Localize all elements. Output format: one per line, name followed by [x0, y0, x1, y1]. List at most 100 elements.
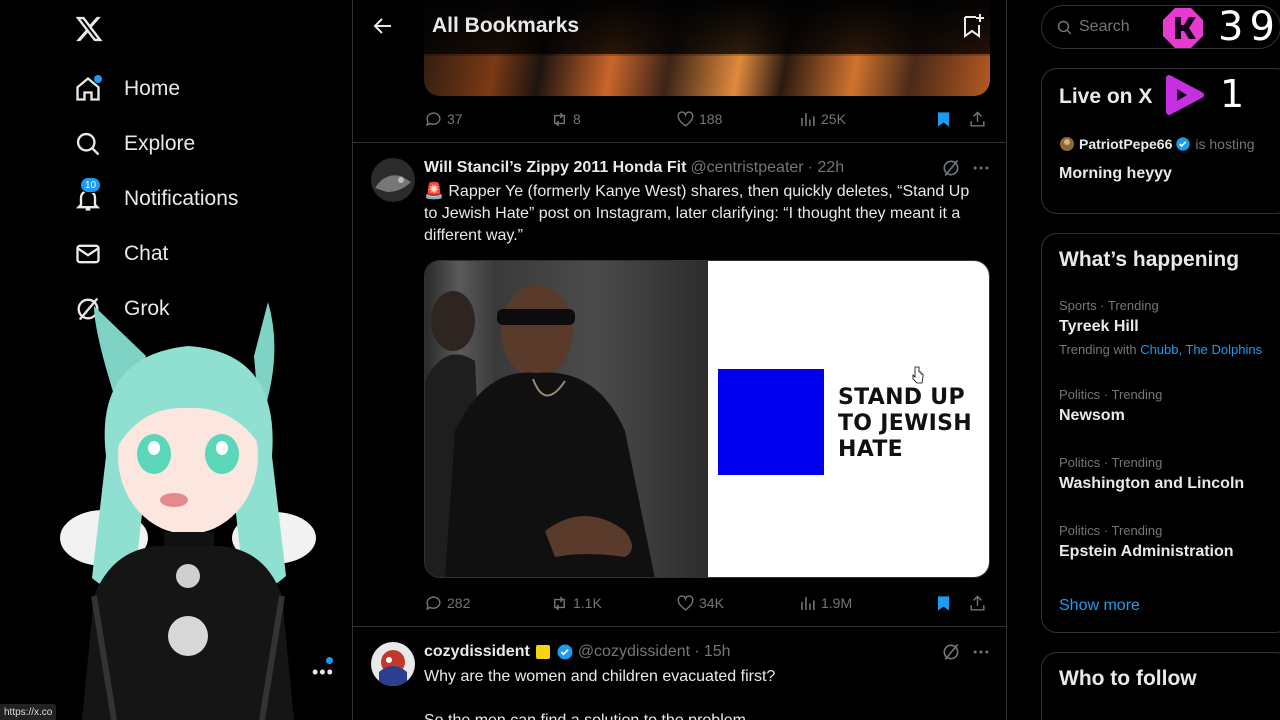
reply-count: 37 [447, 111, 463, 127]
mouse-cursor-icon [912, 366, 924, 384]
live-space-title[interactable]: Morning heyyy [1059, 165, 1172, 183]
author-name[interactable]: cozydissident [424, 643, 530, 661]
trend-meta: Sports · Trending [1059, 298, 1159, 313]
view-count: 25K [821, 111, 846, 127]
verified-badge-icon [557, 644, 573, 660]
like-count: 34K [699, 595, 724, 611]
search-icon [74, 130, 102, 158]
views-button[interactable]: 25K [798, 110, 934, 129]
reply-button[interactable]: 37 [424, 110, 550, 129]
author-avatar[interactable] [371, 158, 415, 202]
show-more-link[interactable]: Show more [1059, 597, 1140, 615]
live-title: Live on X [1059, 85, 1153, 108]
x-logo-icon[interactable] [74, 14, 104, 44]
nav-home-label: Home [124, 77, 181, 100]
repost-count: 1.1K [573, 595, 602, 611]
trend-item[interactable]: Politics · Trending Newsom [1059, 387, 1280, 425]
trend-item[interactable]: Politics · Trending Epstein Administrati… [1059, 523, 1280, 561]
who-to-follow-card: Who to follow [1041, 652, 1280, 720]
post-time[interactable]: · 15h [694, 643, 730, 661]
host-name: PatriotPepe66 [1079, 136, 1173, 152]
views-button[interactable]: 1.9M [798, 594, 934, 613]
nav-notifications-label: Notifications [124, 187, 239, 210]
post-text: Why are the women and children evacuated… [424, 668, 776, 685]
share-button[interactable] [968, 594, 988, 613]
post-media[interactable]: STAND UP TO JEWISH HATE [424, 260, 990, 578]
vtuber-avatar [60, 302, 316, 720]
home-icon [74, 75, 102, 103]
home-new-dot [94, 75, 102, 83]
like-button[interactable]: 34K [676, 594, 798, 613]
view-count: 1.9M [821, 595, 853, 611]
reply-button[interactable]: 282 [424, 594, 550, 613]
author-name[interactable]: Will Stancil’s Zippy 2011 Honda Fit [424, 159, 686, 177]
nav-home[interactable]: Home [74, 69, 180, 109]
blue-square-graphic [718, 369, 824, 475]
author-handle[interactable]: @centristpeater [690, 159, 803, 177]
live-host-line[interactable]: PatriotPepe66 is hosting [1059, 136, 1255, 152]
envelope-icon [74, 240, 102, 268]
live-viewer-count: 1 [1220, 72, 1245, 116]
bookmark-button[interactable] [934, 594, 968, 613]
bookmarks-header: All Bookmarks [353, 0, 1006, 54]
trend-item[interactable]: Politics · Trending Washington and Linco… [1059, 455, 1280, 493]
heart-icon [677, 594, 694, 611]
more-icon[interactable] [971, 158, 991, 178]
author-handle[interactable]: @cozydissident [578, 643, 690, 661]
grok-icon[interactable] [941, 158, 961, 178]
nav-explore-label: Explore [124, 132, 196, 155]
nav-explore[interactable]: Explore [74, 124, 195, 164]
grok-icon[interactable] [941, 642, 961, 662]
views-icon [801, 596, 815, 610]
trend-with: Trending with Chubb, The Dolphins [1059, 342, 1280, 357]
host-avatar [1060, 137, 1074, 151]
kick-logo-icon [1163, 8, 1203, 48]
nav-chat-label: Chat [124, 242, 169, 265]
post-2-header: cozydissident @cozydissident · 15h [424, 642, 731, 662]
media-caption-text: STAND UP TO JEWISH HATE [838, 385, 972, 462]
repost-icon [554, 112, 565, 126]
bell-icon: 10 [74, 177, 102, 213]
author-avatar[interactable] [371, 642, 415, 686]
nav-chat[interactable]: Chat [74, 234, 168, 274]
trend-item[interactable]: Sports · Trending Tyreek Hill Trending w… [1059, 298, 1280, 357]
account-new-dot [326, 657, 333, 664]
follow-title: Who to follow [1059, 667, 1197, 690]
share-button[interactable] [968, 110, 988, 129]
bookmark-filled-icon [937, 111, 950, 127]
back-arrow-icon[interactable] [371, 14, 395, 38]
post-divider [353, 142, 1006, 143]
post-time[interactable]: · 22h [808, 159, 844, 177]
post-2-head-icons [941, 642, 991, 662]
page-title: All Bookmarks [432, 14, 580, 37]
share-icon [970, 110, 985, 127]
notifications-count-badge: 10 [80, 177, 102, 193]
trend-with-links[interactable]: Chubb, The Dolphins [1140, 342, 1262, 357]
kick-viewer-count: 39 [1218, 4, 1280, 50]
media-photo [425, 261, 708, 577]
trend-topic: Tyreek Hill [1059, 318, 1139, 335]
search-icon [1057, 20, 1072, 34]
repost-icon [554, 596, 565, 610]
post-text-line-2: So the men can find a solution to the pr… [424, 710, 984, 720]
browser-status-url: https://x.co [0, 704, 57, 720]
post-1-actions: 282 1.1K 34K 1.9M [424, 592, 990, 614]
post-text: 🚨 Rapper Ye (formerly Kanye West) shares… [424, 183, 970, 244]
trend-meta: Politics · Trending [1059, 455, 1163, 470]
bookmark-add-icon[interactable] [959, 12, 987, 40]
nav-notifications[interactable]: 10 Notifications [74, 177, 239, 219]
bookmark-filled-icon [937, 595, 950, 611]
main-column: All Bookmarks 37 8 188 25K Will Stancil’… [352, 0, 1007, 720]
more-icon[interactable] [971, 642, 991, 662]
bookmark-button[interactable] [934, 110, 968, 129]
like-button[interactable]: 188 [676, 110, 798, 129]
repost-button[interactable]: 1.1K [550, 594, 676, 613]
trend-topic: Newsom [1059, 407, 1125, 424]
reply-count: 282 [447, 595, 471, 611]
affiliate-badge-icon [535, 645, 550, 659]
repost-button[interactable]: 8 [550, 110, 676, 129]
post-divider [353, 626, 1006, 627]
reply-icon [426, 111, 441, 126]
repost-count: 8 [573, 111, 581, 127]
whats-happening-card: What’s happening Sports · Trending Tyree… [1041, 233, 1280, 633]
